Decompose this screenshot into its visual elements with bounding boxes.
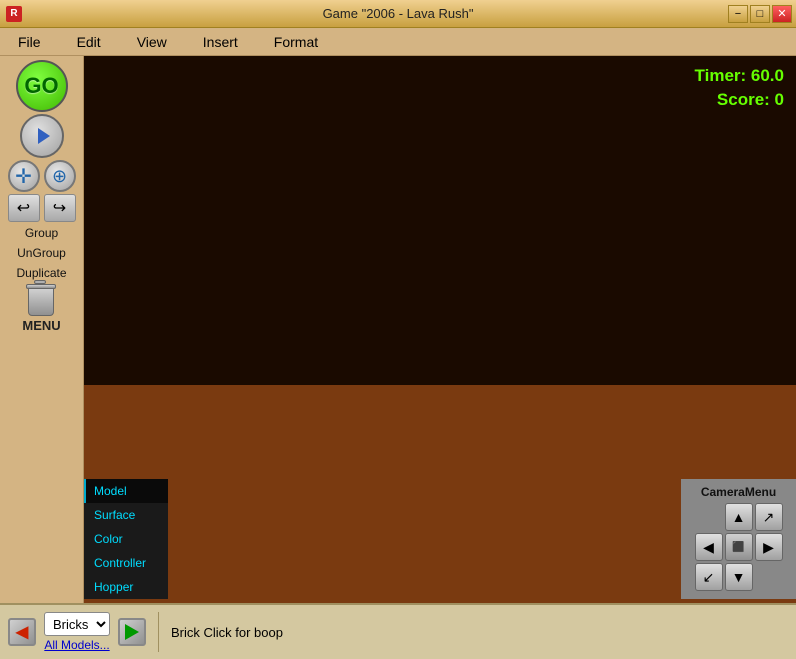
camera-panel: CameraMenu ▲ ↗ ◀ ⬛ ▶ bbox=[681, 479, 796, 599]
add-button[interactable]: ⊕ bbox=[44, 160, 76, 192]
arrow-icon bbox=[38, 128, 50, 144]
cam-downleft-icon: ↙ bbox=[703, 569, 715, 586]
tab-hopper[interactable]: Hopper bbox=[84, 575, 168, 599]
group-button[interactable]: Group bbox=[6, 224, 78, 242]
move-icon: ✛ bbox=[15, 164, 32, 189]
cam-down-icon: ▼ bbox=[732, 569, 746, 585]
status-info: Brick Click for boop bbox=[171, 625, 283, 640]
score-display: Score: 0 bbox=[695, 88, 784, 112]
canvas-top bbox=[84, 56, 796, 385]
move-button[interactable]: ✛ bbox=[8, 160, 40, 192]
main-layout: GO ✛ ⊕ ↩ ↪ Group UnGroup bbox=[0, 56, 796, 655]
trash-handle bbox=[34, 280, 46, 284]
timer-display: Timer: 60.0 bbox=[695, 64, 784, 88]
menu-file[interactable]: File bbox=[0, 30, 59, 54]
bricks-dropdown[interactable]: Bricks bbox=[44, 612, 110, 636]
cam-left-button[interactable]: ◀ bbox=[695, 533, 723, 561]
brick-click-text: Brick Click for boop bbox=[171, 625, 283, 640]
undo-button[interactable]: ↩ bbox=[8, 194, 40, 222]
menu-format[interactable]: Format bbox=[256, 30, 336, 54]
cam-up-icon: ▲ bbox=[732, 509, 746, 525]
go-button[interactable]: GO bbox=[16, 60, 68, 112]
cam-upright-button[interactable]: ↗ bbox=[755, 503, 783, 531]
tab-color[interactable]: Color bbox=[84, 527, 168, 551]
menu-label: MENU bbox=[22, 318, 60, 333]
minimize-button[interactable]: − bbox=[728, 5, 748, 23]
next-arrow-button[interactable] bbox=[118, 618, 146, 646]
menu-insert[interactable]: Insert bbox=[185, 30, 256, 54]
left-toolbar: GO ✛ ⊕ ↩ ↪ Group UnGroup bbox=[0, 56, 84, 655]
maximize-button[interactable]: □ bbox=[750, 5, 770, 23]
menu-bar: File Edit View Insert Format bbox=[0, 28, 796, 56]
trash-icon bbox=[28, 284, 56, 318]
title-bar: R Game "2006 - Lava Rush" − □ ✕ bbox=[0, 0, 796, 28]
prev-arrow-button[interactable]: ◀ bbox=[8, 618, 36, 646]
game-canvas: Timer: 60.0 Score: 0 Model Surface Color… bbox=[84, 56, 796, 655]
cam-empty-1 bbox=[695, 503, 723, 531]
tab-controller[interactable]: Controller bbox=[84, 551, 168, 575]
cam-downleft-button[interactable]: ↙ bbox=[695, 563, 723, 591]
tab-surface[interactable]: Surface bbox=[84, 503, 168, 527]
cam-right-icon: ▶ bbox=[763, 539, 774, 556]
all-models-link[interactable]: All Models... bbox=[44, 638, 109, 652]
close-button[interactable]: ✕ bbox=[772, 5, 792, 23]
cam-right-button[interactable]: ▶ bbox=[755, 533, 783, 561]
select-button[interactable] bbox=[20, 114, 64, 158]
left-side-tabs: Model Surface Color Controller Hopper bbox=[84, 479, 168, 599]
status-separator bbox=[158, 612, 159, 652]
prev-arrow-icon: ◀ bbox=[16, 622, 28, 642]
undo-icon: ↩ bbox=[17, 198, 30, 218]
window-controls: − □ ✕ bbox=[728, 5, 792, 23]
app-icon: R bbox=[6, 6, 22, 22]
trash-menu-button[interactable]: MENU bbox=[22, 284, 60, 333]
menu-edit[interactable]: Edit bbox=[59, 30, 119, 54]
cam-empty-2 bbox=[755, 563, 783, 591]
ungroup-button[interactable]: UnGroup bbox=[6, 244, 78, 262]
redo-icon: ↪ bbox=[53, 198, 66, 218]
cam-upright-icon: ↗ bbox=[763, 509, 775, 526]
cam-left-icon: ◀ bbox=[703, 539, 714, 556]
redo-button[interactable]: ↪ bbox=[44, 194, 76, 222]
add-icon: ⊕ bbox=[52, 166, 67, 187]
window-title: Game "2006 - Lava Rush" bbox=[323, 6, 474, 21]
camera-controls: ▲ ↗ ◀ ⬛ ▶ ↙ ▼ bbox=[695, 503, 783, 591]
hud: Timer: 60.0 Score: 0 bbox=[695, 64, 784, 112]
play-icon bbox=[125, 624, 139, 640]
tab-model[interactable]: Model bbox=[84, 479, 168, 503]
status-bar: ◀ Bricks All Models... Brick Click for b… bbox=[0, 603, 796, 659]
camera-menu-label: CameraMenu bbox=[701, 485, 776, 499]
menu-view[interactable]: View bbox=[119, 30, 185, 54]
action-buttons-row: ↩ ↪ bbox=[8, 194, 76, 222]
cam-center-icon: ⬛ bbox=[732, 542, 744, 553]
cam-down-button[interactable]: ▼ bbox=[725, 563, 753, 591]
bricks-selector-group: Bricks All Models... bbox=[44, 612, 110, 652]
cam-center-button[interactable]: ⬛ bbox=[725, 533, 753, 561]
cam-up-button[interactable]: ▲ bbox=[725, 503, 753, 531]
tool-buttons-row: ✛ ⊕ bbox=[8, 160, 76, 192]
trash-body bbox=[28, 288, 54, 316]
